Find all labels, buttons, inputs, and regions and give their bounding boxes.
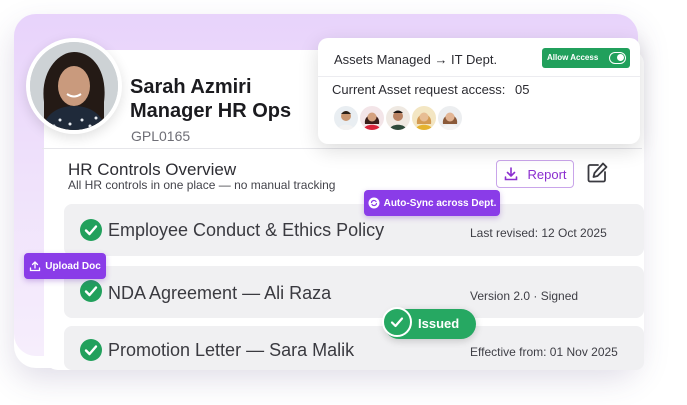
assets-card: Assets Managed → IT Dept. Allow Access C… (318, 38, 640, 144)
toggle-icon (609, 52, 626, 64)
upload-doc-button[interactable]: Upload Doc (24, 253, 106, 279)
requester-avatar (358, 104, 386, 132)
document-title: Promotion Letter — Sara Malik (108, 340, 355, 360)
person-silhouette (30, 42, 118, 130)
profile-name: Sarah Azmiri (130, 76, 252, 98)
section-title: HR Controls Overview (68, 160, 237, 179)
asset-request-line: Current Asset request access: 05 (332, 82, 530, 97)
document-row[interactable]: Employee Conduct & Ethics Policy Last re… (64, 204, 644, 256)
section-divider (42, 148, 642, 149)
document-title: Employee Conduct & Ethics Policy (108, 220, 385, 240)
document-meta: Version 2.0 · Signed (470, 289, 579, 303)
check-icon (80, 339, 102, 361)
issued-label: Issued (418, 316, 460, 331)
auto-sync-label: Auto-Sync across Dept. (383, 197, 497, 209)
document-title: NDA Agreement — Ali Raza (108, 283, 332, 303)
requester-avatar (410, 104, 438, 132)
employee-id: GPL0165 (131, 128, 191, 144)
edit-button[interactable] (585, 161, 609, 185)
allow-access-toggle[interactable]: Allow Access (542, 48, 630, 68)
section-subtitle: All HR controls in one place — no manual… (68, 178, 336, 192)
avatar-photo (30, 42, 118, 130)
upload-doc-label: Upload Doc (45, 260, 101, 272)
document-meta: Effective from: 01 Nov 2025 (470, 345, 618, 359)
requester-avatar (436, 104, 464, 132)
profile-avatar (26, 38, 122, 134)
issued-badge: Issued (382, 307, 476, 339)
document-row[interactable]: Promotion Letter — Sara Malik Effective … (64, 326, 644, 370)
assets-title: Assets Managed → IT Dept. (334, 52, 498, 67)
profile-title: Manager HR Ops (130, 100, 292, 122)
asset-request-label: Current Asset request access: (332, 82, 506, 97)
check-icon (80, 280, 102, 302)
issued-check-icon (382, 307, 412, 337)
check-icon (80, 219, 102, 241)
upload-icon (30, 261, 41, 272)
requester-avatar (332, 104, 360, 132)
download-icon (505, 167, 518, 181)
report-button[interactable]: Report (496, 160, 574, 188)
asset-request-count: 05 (515, 82, 530, 97)
assets-divider (318, 76, 640, 77)
document-meta: Last revised: 12 Oct 2025 (470, 226, 607, 240)
report-label: Report (527, 166, 567, 182)
edit-icon (587, 162, 608, 183)
sync-icon (368, 197, 380, 209)
document-row[interactable]: NDA Agreement — Ali Raza Version 2.0 · S… (64, 266, 644, 318)
requester-avatar (384, 104, 412, 132)
auto-sync-badge: Auto-Sync across Dept. (364, 190, 500, 216)
allow-access-label: Allow Access (547, 53, 599, 62)
